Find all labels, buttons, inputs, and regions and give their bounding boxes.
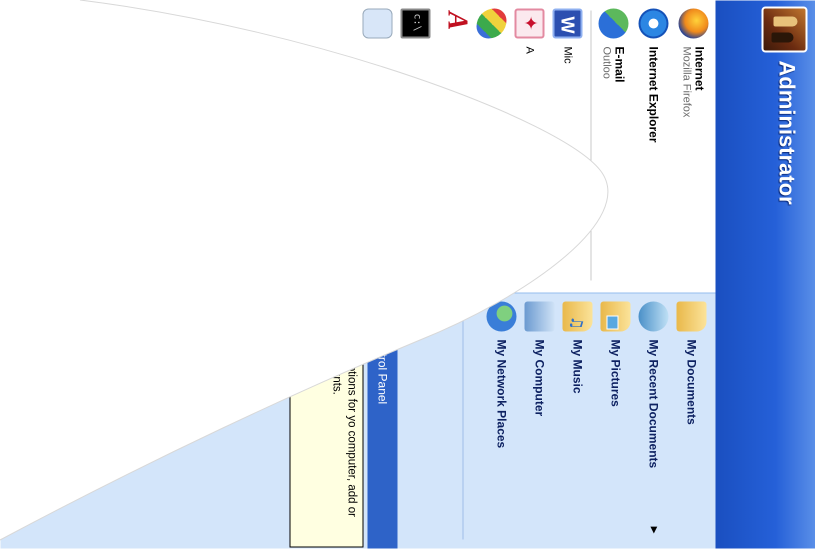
pinned-programs-panel: Internet Mozilla Firefox Internet Explor… — [1, 1, 716, 293]
partial-item-support[interactable]: Support — [154, 354, 168, 396]
place-my-computer[interactable]: My Computer — [522, 302, 558, 542]
places-panel: My Documents My Recent Documents ▶ My Pi… — [1, 293, 716, 549]
my-computer-icon — [525, 302, 555, 332]
place-my-music[interactable]: My Music — [560, 302, 596, 542]
recent-program-font[interactable] — [436, 9, 472, 289]
my-music-icon — [563, 302, 593, 332]
place-my-documents[interactable]: My Documents — [674, 302, 710, 542]
partial-item-computer[interactable]: puter — [12, 302, 26, 329]
blank-app-icon — [363, 9, 393, 39]
user-avatar-icon[interactable] — [762, 7, 808, 53]
my-network-places-icon — [487, 302, 517, 332]
pinned-internet[interactable]: Internet Mozilla Firefox — [676, 9, 712, 289]
places-separator — [463, 304, 464, 540]
word-icon — [553, 9, 583, 39]
my-recent-documents-icon — [639, 302, 669, 332]
pinned-separator — [591, 11, 592, 281]
place-my-computer-label: My Computer — [533, 340, 547, 417]
control-panel-tooltip: Provides options for yo computer, add or… — [290, 304, 364, 548]
firefox-icon — [679, 9, 709, 39]
place-my-network-places[interactable]: My Network Places — [484, 302, 520, 542]
pinned-internet-explorer[interactable]: Internet Explorer — [636, 9, 672, 289]
font-icon — [439, 9, 469, 39]
partial-item-fau[interactable]: fau — [258, 354, 272, 371]
recent-program-acrobat[interactable]: A — [512, 9, 548, 289]
control-panel-label: Control Panel — [376, 332, 390, 405]
acrobat-icon — [515, 9, 545, 39]
place-my-recent-documents[interactable]: My Recent Documents ▶ — [636, 302, 672, 542]
my-pictures-icon — [601, 302, 631, 332]
place-my-documents-label: My Documents — [685, 340, 699, 425]
place-my-pictures[interactable]: My Pictures — [598, 302, 634, 542]
internet-explorer-icon — [639, 9, 669, 39]
pinned-email-title: E-mail — [613, 47, 627, 83]
partial-item-et-pr[interactable]: et Pr — [274, 354, 288, 379]
paint-icon — [477, 9, 507, 39]
recent-program-acrobat-label: A — [524, 47, 536, 54]
pinned-email-subtitle: Outloo — [601, 47, 613, 83]
recent-program-paint[interactable] — [474, 9, 510, 289]
place-my-music-label: My Music — [571, 340, 585, 394]
pinned-internet-subtitle: Mozilla Firefox — [681, 47, 693, 118]
pinned-email[interactable]: E-mail Outloo — [596, 9, 632, 289]
recent-program-blank[interactable] — [360, 9, 396, 289]
start-menu: Administrator Internet Mozilla Firefox I… — [1, 1, 815, 549]
control-panel-item[interactable]: Control Panel — [368, 294, 398, 549]
pinned-ie-title: Internet Explorer — [647, 47, 661, 143]
email-icon — [599, 9, 629, 39]
my-documents-icon — [677, 302, 707, 332]
control-panel-icon — [372, 302, 394, 324]
command-prompt-icon — [401, 9, 431, 39]
start-menu-header: Administrator — [714, 1, 815, 549]
user-name: Administrator — [774, 61, 800, 205]
place-my-network-places-label: My Network Places — [495, 340, 509, 449]
place-my-recent-documents-label: My Recent Documents — [647, 340, 661, 469]
recent-program-word-label: Mic — [562, 47, 574, 64]
recent-program-command-prompt[interactable] — [398, 9, 434, 289]
recent-program-word[interactable]: Mic — [550, 9, 586, 289]
place-my-pictures-label: My Pictures — [609, 340, 623, 407]
submenu-arrow-icon: ▶ — [649, 527, 659, 534]
pinned-internet-title: Internet — [693, 47, 707, 118]
